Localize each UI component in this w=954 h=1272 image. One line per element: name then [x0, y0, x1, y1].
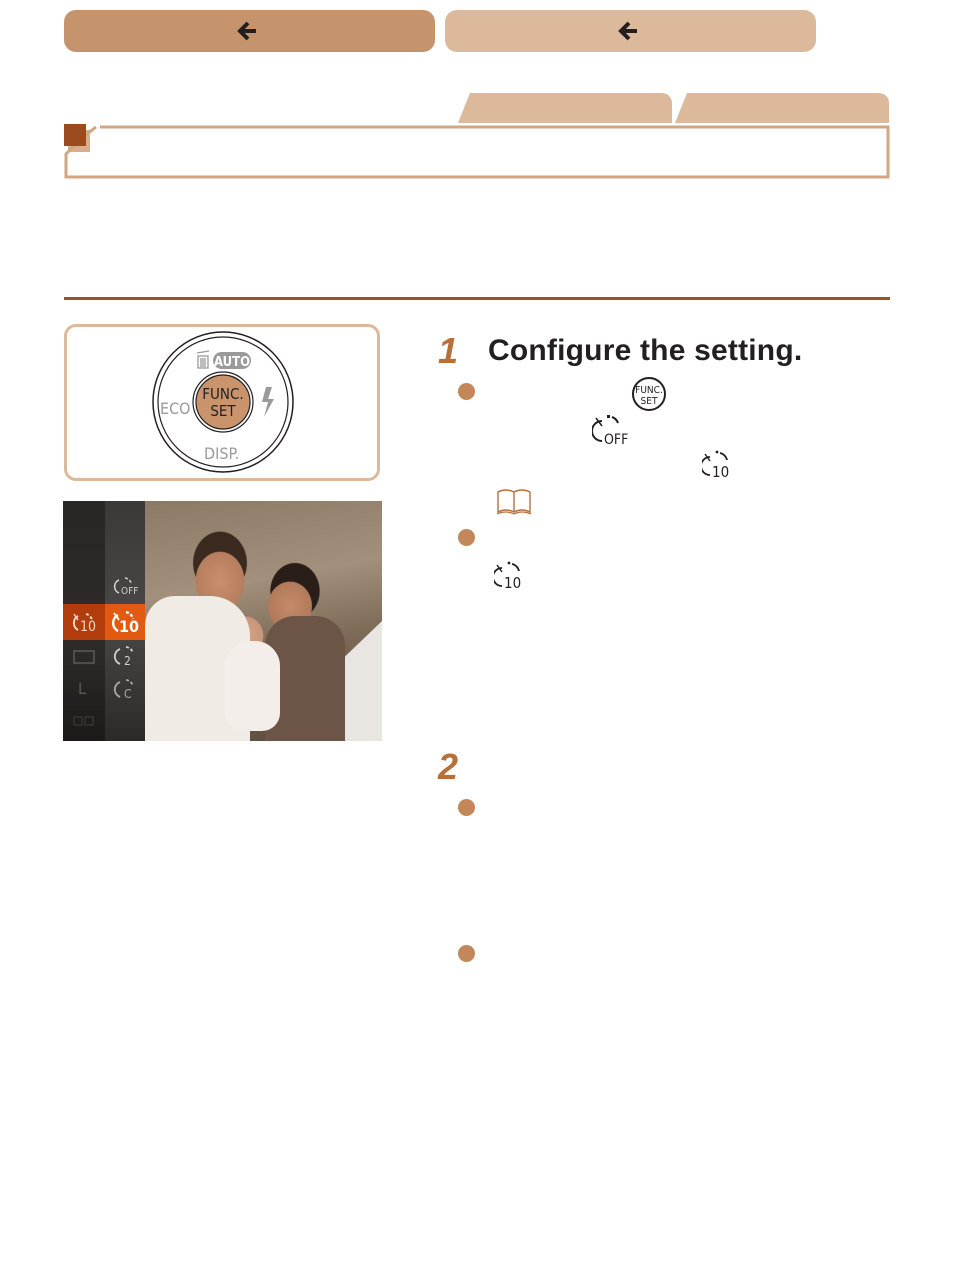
dial-auto-label: AUTO — [214, 355, 250, 370]
dial-set-label: SET — [210, 402, 236, 420]
svg-text:OFF: OFF — [604, 432, 628, 447]
self-timer-custom-icon: C — [113, 679, 134, 701]
camera-lcd-screenshot: 10 L OFF 10 2 C — [63, 501, 382, 741]
sample-family-photo — [145, 501, 382, 741]
svg-text:10: 10 — [504, 574, 521, 592]
svg-text:2: 2 — [124, 654, 131, 668]
bullet-icon — [458, 383, 475, 400]
section-divider — [64, 297, 890, 300]
svg-text:10: 10 — [119, 617, 139, 635]
self-timer-2-icon: 2 — [113, 646, 134, 668]
self-timer-off-icon: OFF — [592, 415, 628, 447]
self-timer-10-icon: 10 — [111, 610, 139, 635]
tab-1[interactable] — [458, 93, 672, 123]
image-size-icon: L — [78, 679, 87, 698]
arrow-left-icon — [617, 20, 639, 42]
quality-icon — [73, 716, 94, 726]
svg-text:SET: SET — [641, 396, 658, 407]
dial-disp-label: DISP. — [204, 444, 239, 463]
self-timer-10-icon: 10 — [72, 613, 96, 634]
step-1-title: Configure the setting. — [488, 334, 803, 367]
self-timer-10-icon: 10 — [494, 561, 521, 592]
self-timer-10-icon: 10 — [702, 450, 729, 481]
control-dial-illustration: FUNC. SET AUTO ECO DISP. — [64, 324, 380, 481]
aspect-ratio-icon — [73, 650, 95, 664]
bullet-icon — [458, 799, 475, 816]
svg-text:C: C — [124, 687, 132, 701]
control-dial: FUNC. SET AUTO ECO DISP. — [152, 331, 294, 473]
svg-text:OFF: OFF — [121, 586, 138, 597]
arrow-left-icon — [236, 20, 258, 42]
svg-text:FUNC.: FUNC. — [635, 385, 663, 396]
page-reference-book-icon[interactable] — [496, 486, 534, 516]
dial-eco-label: ECO — [160, 399, 190, 418]
step-2-number: 2 — [438, 746, 459, 787]
step-1-number: 1 — [438, 330, 459, 371]
bullet-icon — [458, 529, 475, 546]
tab-2[interactable] — [675, 93, 889, 123]
bullet-icon — [458, 945, 475, 962]
back-button[interactable] — [445, 10, 816, 52]
section-marker-icon — [64, 124, 86, 146]
func-set-button-icon: FUNC. SET — [632, 377, 666, 411]
section-title-frame — [64, 124, 890, 179]
dial-func-label: FUNC. — [202, 385, 243, 403]
svg-text:10: 10 — [712, 463, 729, 481]
svg-text:10: 10 — [80, 619, 96, 634]
self-timer-off-icon: OFF — [113, 577, 138, 597]
previous-page-button[interactable] — [64, 10, 435, 52]
